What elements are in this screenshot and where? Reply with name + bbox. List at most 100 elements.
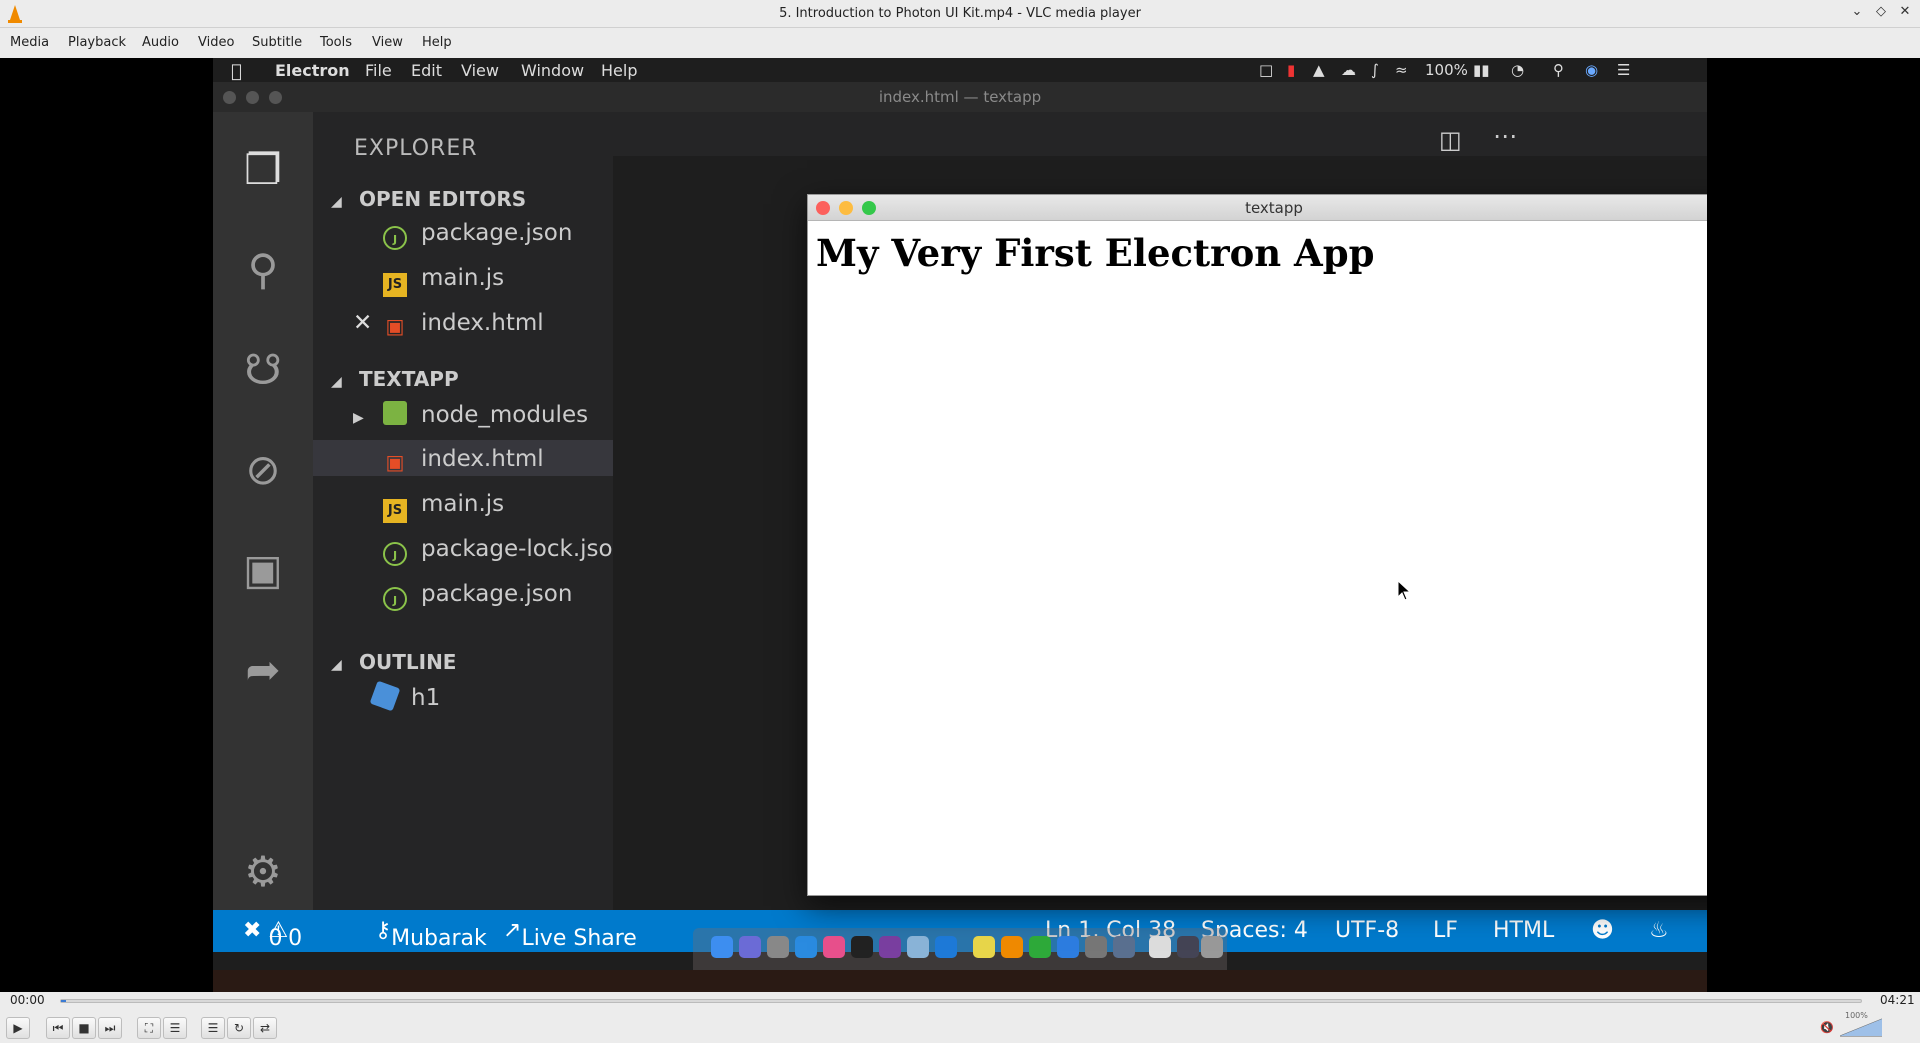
siri-icon: ◉ xyxy=(1585,61,1599,79)
notification-center-icon: ☰ xyxy=(1617,61,1631,79)
editor-tabs xyxy=(613,112,1707,156)
window-title: 5. Introduction to Photon UI Kit.mp4 - V… xyxy=(779,6,1141,21)
camtasia-icon xyxy=(1029,936,1051,958)
explorer-title: EXPLORER xyxy=(354,136,478,161)
json-file-icon: J xyxy=(383,587,407,611)
electron-window-title: textapp xyxy=(1245,199,1303,217)
seek-bar[interactable] xyxy=(60,999,1862,1003)
preview-icon xyxy=(907,936,929,958)
feedback-smiley-icon: ☻ xyxy=(1591,918,1614,943)
stop-button[interactable]: ■ xyxy=(72,1017,96,1039)
problems-indicator: ✖ 0 ⚠ 0 xyxy=(243,918,303,951)
open-editor-item: ✕ ▣ index.html xyxy=(353,310,544,338)
vlc-tray-icon: ▲ xyxy=(1313,61,1325,79)
language-mode: HTML xyxy=(1493,918,1555,943)
shuffle-button[interactable]: ⇄ xyxy=(253,1017,277,1039)
menu-video[interactable]: Video xyxy=(198,35,234,50)
photos-icon xyxy=(1113,936,1135,958)
volume-label: 100% xyxy=(1845,1011,1868,1020)
fullscreen-button[interactable]: ⛶ xyxy=(137,1017,161,1039)
system-preferences-icon xyxy=(1085,936,1107,958)
debug-icon: ⊘ xyxy=(245,445,281,494)
menu-help[interactable]: Help xyxy=(422,35,452,50)
tree-item: ▶ node_modules xyxy=(353,401,589,428)
files-icon: ❐ xyxy=(244,145,282,194)
clock-icon: ◔ xyxy=(1511,61,1525,79)
tree-item: Jpackage-lock.json xyxy=(383,536,613,566)
mac-menu-help: Help xyxy=(601,61,638,80)
documents-icon xyxy=(1149,936,1171,958)
mac-dock xyxy=(693,928,1227,970)
open-editor-item: JS main.js xyxy=(383,265,504,297)
vscode-close-dot xyxy=(223,91,236,104)
element-icon xyxy=(369,680,401,712)
apple-icon:  xyxy=(231,61,242,82)
open-editor-item: Jpackage.json xyxy=(383,220,572,250)
js-file-icon: JS xyxy=(383,273,407,297)
record-icon: ▮ xyxy=(1287,61,1296,79)
json-file-icon: J xyxy=(383,542,407,566)
encoding: UTF-8 xyxy=(1335,918,1400,943)
electron-window: textapp My Very First Electron App xyxy=(807,194,1707,896)
display-icon: □ xyxy=(1259,61,1274,79)
project-section: ◢ TEXTAPP xyxy=(331,367,459,391)
extended-settings-button[interactable]: ☰ xyxy=(163,1017,187,1039)
chrome-icon xyxy=(973,936,995,958)
branch-indicator: ⚷ Mubarak xyxy=(375,918,487,951)
previous-button[interactable]: ⏮ xyxy=(46,1017,70,1039)
tasks-icon xyxy=(1057,936,1079,958)
vscode-titlebar: index.html — textapp xyxy=(213,82,1707,112)
electron-titlebar: textapp xyxy=(808,195,1707,221)
mac-app-name: Electron xyxy=(275,61,350,80)
html-file-icon: ▣ xyxy=(385,314,405,338)
electron-minimize-button xyxy=(839,201,853,215)
more-actions-icon: ⋯ xyxy=(1493,122,1517,150)
menu-subtitle[interactable]: Subtitle xyxy=(252,35,302,50)
collapsed-triangle-icon: ▶ xyxy=(353,410,364,426)
live-share-icon: ➦ xyxy=(245,645,281,694)
mouse-cursor-icon xyxy=(1398,581,1412,601)
battery-icon: ▮▮ xyxy=(1473,61,1490,79)
close-icon[interactable]: ✕ xyxy=(1896,4,1914,19)
next-button[interactable]: ⏭ xyxy=(98,1017,122,1039)
mac-menu-window: Window xyxy=(521,61,585,80)
expanded-triangle-icon: ◢ xyxy=(331,374,342,390)
menu-media[interactable]: Media xyxy=(10,35,49,50)
close-editor-icon: ✕ xyxy=(353,310,373,336)
time-elapsed: 00:00 xyxy=(10,993,45,1007)
vscode-title: index.html — textapp xyxy=(878,88,1042,106)
split-editor-icon: ◫ xyxy=(1439,126,1462,154)
menu-audio[interactable]: Audio xyxy=(142,35,179,50)
time-total: 04:21 xyxy=(1880,993,1915,1007)
spotlight-icon: ⚲ xyxy=(1553,61,1564,79)
folder-icon xyxy=(383,401,407,425)
menu-view[interactable]: View xyxy=(372,35,403,50)
loop-button[interactable]: ↻ xyxy=(227,1017,251,1039)
js-file-icon: JS xyxy=(383,499,407,523)
volume-slider[interactable]: 100% xyxy=(1839,1011,1883,1037)
extensions-icon: ▣ xyxy=(243,545,283,594)
menu-playback[interactable]: Playback xyxy=(68,35,126,50)
terminal-icon xyxy=(851,936,873,958)
playlist-button[interactable]: ☰ xyxy=(201,1017,225,1039)
video-area[interactable]:  Electron File Edit View Window Help □ … xyxy=(0,58,1920,992)
activity-bar: ❐ ⚲ ☋ ⊘ ▣ ➦ ⚙ xyxy=(213,112,313,910)
mute-icon[interactable]: 🔇 xyxy=(1820,1021,1834,1034)
menu-tools[interactable]: Tools xyxy=(320,35,352,50)
safari-icon xyxy=(795,936,817,958)
vscode-minimize-dot xyxy=(246,91,259,104)
open-editors-section: ◢ OPEN EDITORS xyxy=(331,187,527,211)
seek-progress xyxy=(61,1000,67,1002)
mac-menu-view: View xyxy=(461,61,499,80)
outline-item: h1 xyxy=(369,680,440,712)
trash-icon xyxy=(1201,936,1223,958)
finder-icon xyxy=(711,936,733,958)
tree-item: JS main.js xyxy=(383,491,504,523)
mac-menu-file: File xyxy=(365,61,392,80)
battery-percent: 100% xyxy=(1425,61,1468,79)
play-button[interactable]: ▶ xyxy=(6,1017,30,1039)
electron-zoom-button xyxy=(862,201,876,215)
minimize-icon[interactable]: ⌄ xyxy=(1848,4,1866,19)
maximize-icon[interactable]: ◇ xyxy=(1872,4,1890,19)
mac-menu-edit: Edit xyxy=(411,61,442,80)
